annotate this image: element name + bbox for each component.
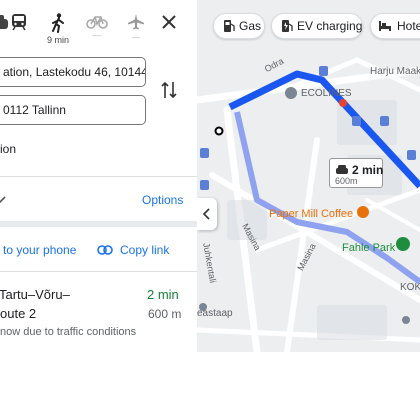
chevron-down-icon [0,196,6,204]
car-icon [336,165,348,174]
route-option[interactable]: Tartu–Võru– oute 2 2 min 600 m now due t… [0,280,197,348]
map-view[interactable]: Gas EV charging Hotel 2 min 600m Odra EC… [197,0,420,352]
walking-duration: 9 min [46,35,69,45]
place-ecolines: ECOLINES [301,88,352,99]
map-canvas [197,57,420,352]
ev-charging-icon [282,20,293,32]
options-button[interactable]: Options [142,193,183,207]
mode-cycling[interactable]: — [83,10,111,48]
departure-time-dropdown[interactable] [0,192,6,204]
callout-time: 2 min [352,163,384,177]
close-button[interactable] [160,13,178,31]
destination-input[interactable]: 0112 Tallinn [0,95,146,125]
chip-hotel[interactable]: Hotel [370,13,420,39]
route-callout[interactable]: 2 min 600m [329,158,383,188]
mode-transit[interactable] [5,10,33,48]
callout-distance: 600m [335,176,358,186]
chevron-left-icon [202,208,210,220]
copy-link-button[interactable]: Copy link [97,241,177,259]
section-separator [0,221,197,227]
walking-icon [52,13,64,33]
origin-input[interactable]: ation, Lastekodu 46, 10144 [0,57,146,87]
place-kok: KOK [400,282,420,293]
copy-link-label: Copy link [120,243,170,257]
chip-gas-label: Gas [239,19,262,33]
train-icon [12,14,26,31]
send-to-phone-button[interactable]: to your phone [3,243,76,257]
bottom-blank-area [0,352,420,420]
route-traffic-note: now due to traffic conditions [0,326,137,338]
directions-panel: 9 min — — ation, Lastekodu 46, 10144 011… [0,0,197,352]
cycling-duration: — [92,30,102,40]
divider [0,176,197,177]
collapse-panel-button[interactable] [197,198,217,230]
chip-ev-charging[interactable]: EV charging [271,13,363,39]
link-icon [97,245,113,255]
swap-vertical-icon [161,81,177,99]
swap-button[interactable] [160,79,178,101]
chip-gas[interactable]: Gas [213,13,265,39]
bed-icon [379,21,391,31]
mode-flights[interactable]: — [122,10,150,48]
bicycle-icon [86,16,108,29]
mode-walking[interactable]: 9 min [44,10,72,48]
place-harju-maakohus: Harju Maakohus [370,66,420,77]
divider-2 [0,271,197,272]
flights-duration: — [131,32,141,42]
route-name-line2: oute 2 [0,306,37,321]
close-icon [162,15,176,29]
place-fahle-park: Fahle Park [342,242,396,254]
route-duration: 2 min [147,287,179,302]
add-destination-text[interactable]: ion [0,142,16,156]
place-eastaap: eastaap [197,308,233,319]
place-paper-mill-coffee: Paper Mill Coffee [269,208,354,220]
route-distance: 600 m [148,307,182,321]
chip-hotel-label: Hotel [397,19,420,33]
route-name-line1: Tartu–Võru– [0,287,70,302]
airplane-icon [128,14,144,30]
chip-ev-label: EV charging [297,19,363,33]
gas-station-icon [224,20,235,32]
